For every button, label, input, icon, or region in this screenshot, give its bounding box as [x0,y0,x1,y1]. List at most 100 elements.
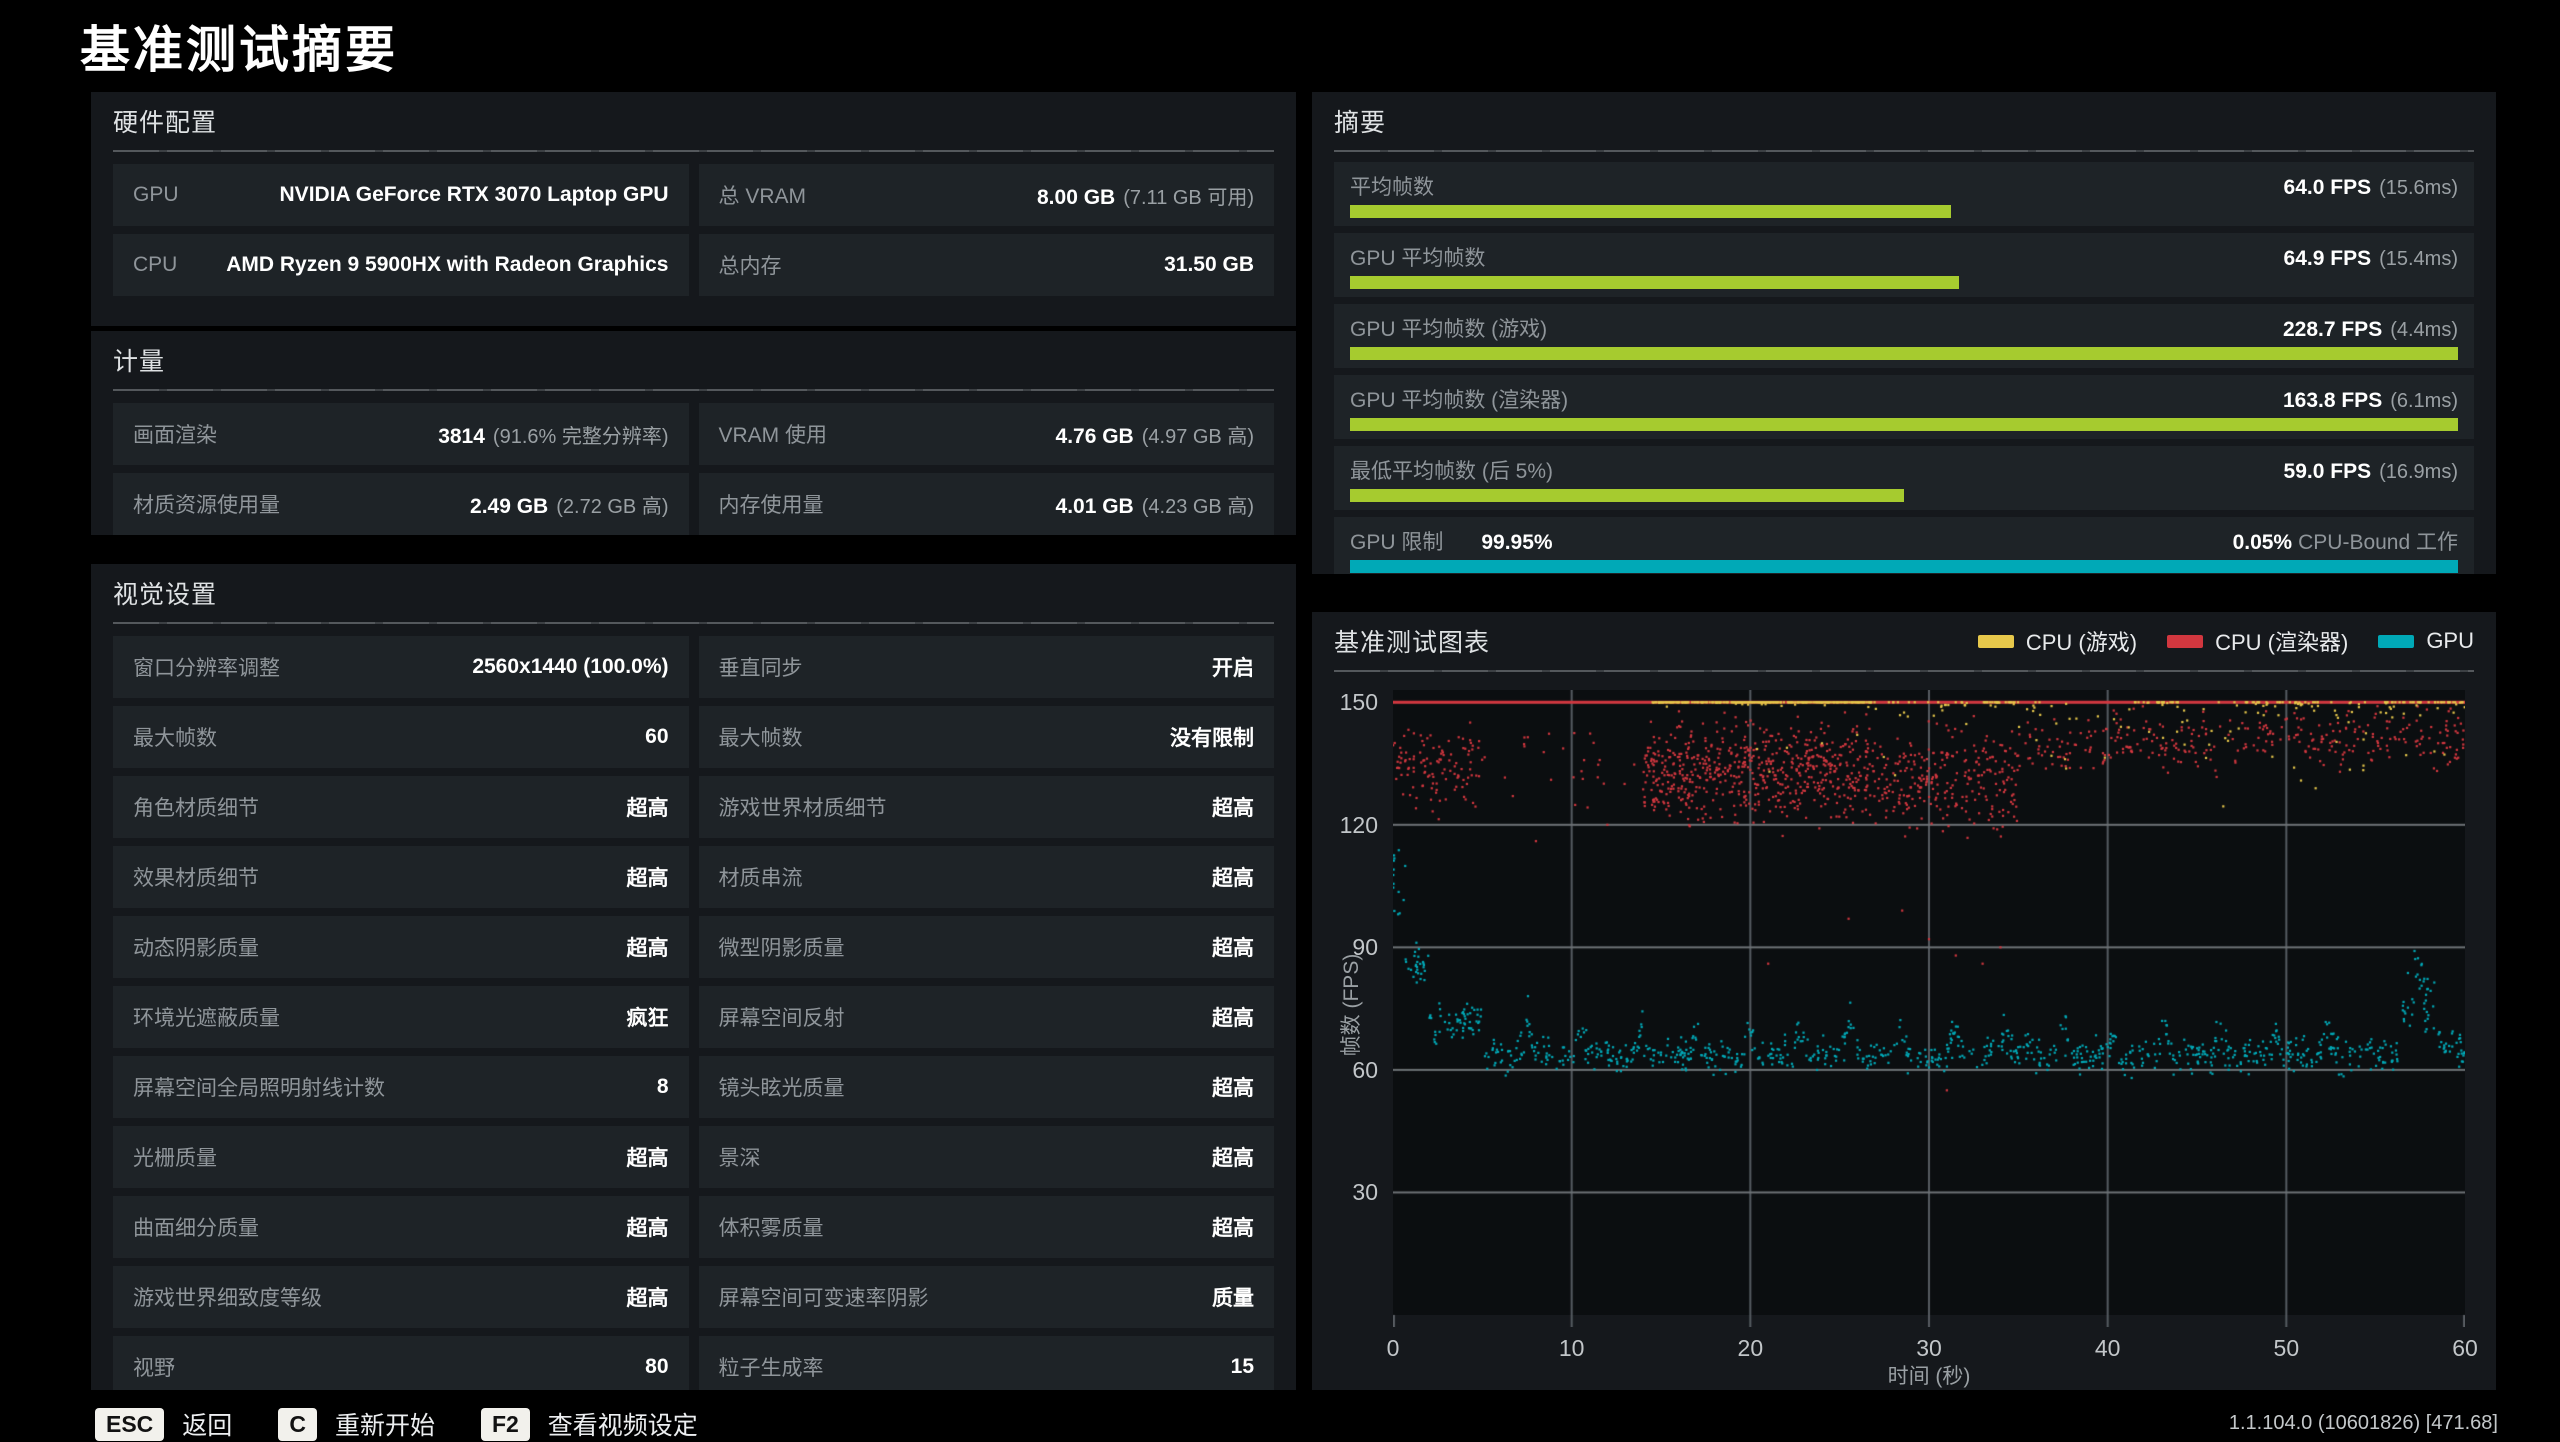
metric-row-label: 内存使用量 [718,494,824,517]
summary-fps-bar [1350,489,1904,502]
setting-row-label: 粒子生成率 [718,1357,824,1380]
summary-row: GPU 平均帧数 (渲染器) 163.8 FPS (6.1ms) [1334,375,2474,439]
summary-fps-bar [1350,347,2458,360]
benchmark-scatter-canvas [1393,690,2465,1327]
setting-row: 效果材质细节 超高 [113,846,689,908]
hardware-row: CPU AMD Ryzen 9 5900HX with Radeon Graphi… [113,234,689,296]
hardware-row: GPU NVIDIA GeForce RTX 3070 Laptop GPU [113,164,689,226]
setting-row-value: 质量 [1212,1287,1254,1310]
action-label: 重新开始 [334,1412,435,1440]
setting-row-label: 光栅质量 [133,1147,217,1170]
hardware-row-label: GPU [133,183,179,206]
setting-row-label: 视野 [133,1357,175,1380]
setting-row-value: 超高 [626,1147,669,1170]
hardware-row-value-note: (7.11 GB 可用) [1123,186,1254,209]
x-tick-label: 50 [2273,1335,2300,1361]
summary-row-frametime: (6.1ms) [2390,390,2458,412]
y-tick-label: 120 [1339,811,1378,838]
visual-panel-title: 视觉设置 [113,581,218,609]
setting-row-label: 材质串流 [718,867,803,890]
action-bar: ESC 返回 C 重新开始 F2 查看视频设定 [95,1406,698,1442]
setting-row-label: 镜头眩光质量 [718,1077,845,1100]
setting-row-label: 游戏世界细致度等级 [133,1287,322,1310]
metric-row: 材质资源使用量 2.49 GB (2.72 GB 高) [113,473,689,535]
metric-row-value-note: (4.23 GB 高) [1141,495,1254,518]
setting-row: 屏幕空间反射 超高 [698,986,1274,1048]
metric-row-value: 4.76 GB [1055,424,1134,448]
chart-legend: CPU (游戏) CPU (渲染器) GPU [1977,625,2474,657]
benchmark-summary-screen: { "page": { "title": "基准测试摘要", "version"… [0,0,2560,1442]
setting-row: 体积雾质量 超高 [698,1196,1274,1258]
setting-row: 屏幕空间全局照明射线计数 8 [113,1056,689,1118]
summary-row: GPU 平均帧数 (游戏) 228.7 FPS (4.4ms) [1334,304,2474,368]
setting-row: 动态阴影质量 超高 [113,916,689,978]
summary-row-frametime: (15.6ms) [2379,177,2458,199]
setting-row-value: 2560x1440 (100.0%) [472,655,669,678]
hardware-rows: GPU NVIDIA GeForce RTX 3070 Laptop GPU 总 V… [113,164,1274,296]
setting-row: 角色材质细节 超高 [113,776,689,838]
hardware-row-label: 总内存 [718,255,782,278]
metric-row-value: 2.49 GB [470,494,549,518]
setting-row-label: 曲面细分质量 [133,1217,259,1240]
panel-divider [1334,670,2474,672]
panel-divider [113,150,1274,152]
setting-row-value: 疯狂 [626,1007,669,1030]
metric-row-value-wrap: 3814 (91.6% 完整分辨率) [438,420,668,449]
summary-row-label: GPU 平均帧数 [1350,247,1486,270]
summary-row-value: 228.7 FPS [2282,318,2383,341]
benchmark-chart-panel: 基准测试图表 CPU (游戏) CPU (渲染器) GPU 30 60 90 120 150… [1312,612,2496,1390]
setting-row-value: 15 [1230,1355,1254,1378]
summary-panel: 摘要 平均帧数 64.0 FPS (15.6ms) GPU 平均帧数 64.9 FPS (… [1312,92,2496,574]
hardware-row-value-wrap: 8.00 GB (7.11 GB 可用) [1037,181,1254,210]
metric-row-value-wrap: 4.76 GB (4.97 GB 高) [1056,420,1254,449]
setting-row-label: 景深 [718,1147,761,1170]
setting-row: 微型阴影质量 超高 [698,916,1274,978]
legend-item: CPU (游戏) [1977,625,2138,657]
summary-row-label: 平均帧数 [1350,176,1434,199]
metric-row-value-note: (91.6% 完整分辨率) [492,425,669,448]
x-tick-label: 60 [2452,1335,2478,1361]
setting-row: 光栅质量 超高 [113,1126,689,1188]
summary-fps-bar [1350,276,1960,289]
setting-row-label: 效果材质细节 [133,867,259,890]
summary-row-value: 64.9 FPS [2283,247,2372,270]
setting-row-label: 屏幕空间可变速率阴影 [718,1287,929,1310]
action-label: 返回 [182,1412,233,1440]
summary-row-label: GPU 平均帧数 (游戏) [1350,318,1548,341]
legend-swatch [1977,634,2014,648]
chart-panel-title: 基准测试图表 [1334,629,1491,657]
hardware-row-value: AMD Ryzen 9 5900HX with Radeon Graphics [226,253,669,276]
summary-row-value: 59.0 FPS [2283,460,2372,483]
setting-row: 游戏世界材质细节 超高 [698,776,1274,838]
action-hint-esc[interactable]: ESC 返回 [95,1406,232,1442]
metric-row-label: 材质资源使用量 [133,494,280,517]
action-hint-f2[interactable]: F2 查看视频设定 [480,1406,698,1442]
setting-row-label: 角色材质细节 [133,797,259,820]
summary-row-value-wrap: 64.0 FPS (15.6ms) [2284,176,2458,200]
setting-row: 环境光遮蔽质量 疯狂 [113,986,689,1048]
keycap-f2: F2 [480,1407,530,1441]
build-version: 1.1.104.0 (10601826) [471.68] [2228,1412,2498,1434]
hardware-panel-title: 硬件配置 [113,109,218,137]
setting-row: 窗口分辨率调整 2560x1440 (100.0%) [113,636,689,698]
gpu-bound-cpu-pct: 0.05% [2232,531,2293,554]
setting-row: 视野 80 [113,1336,689,1390]
metric-row: 内存使用量 4.01 GB (4.23 GB 高) [698,473,1274,535]
summary-fps-bar [1350,418,2458,431]
setting-row-value: 超高 [626,1217,669,1240]
setting-row-label: 窗口分辨率调整 [133,657,280,680]
hardware-row-value: 31.50 GB [1164,253,1254,276]
summary-fps-bar [1350,205,1951,218]
action-hint-c[interactable]: C 重新开始 [278,1406,435,1442]
setting-row-value: 60 [645,725,669,748]
legend-label: CPU (游戏) [2025,630,2138,655]
metric-row-value-note: (2.72 GB 高) [556,495,669,518]
gpu-bound-bar [1350,560,2458,573]
summary-row-value: 64.0 FPS [2283,176,2372,199]
visual-setting-rows: 窗口分辨率调整 2560x1440 (100.0%) 垂直同步 开启 最大帧数 60 最大帧… [113,636,1274,1390]
visual-settings-panel: 视觉设置 窗口分辨率调整 2560x1440 (100.0%) 垂直同步 开启 最大帧数… [91,564,1296,1390]
setting-row-label: 屏幕空间反射 [718,1007,845,1030]
metric-row-value: 3814 [438,424,485,448]
summary-row-frametime: (15.4ms) [2379,248,2458,270]
setting-row-value: 80 [645,1355,669,1378]
